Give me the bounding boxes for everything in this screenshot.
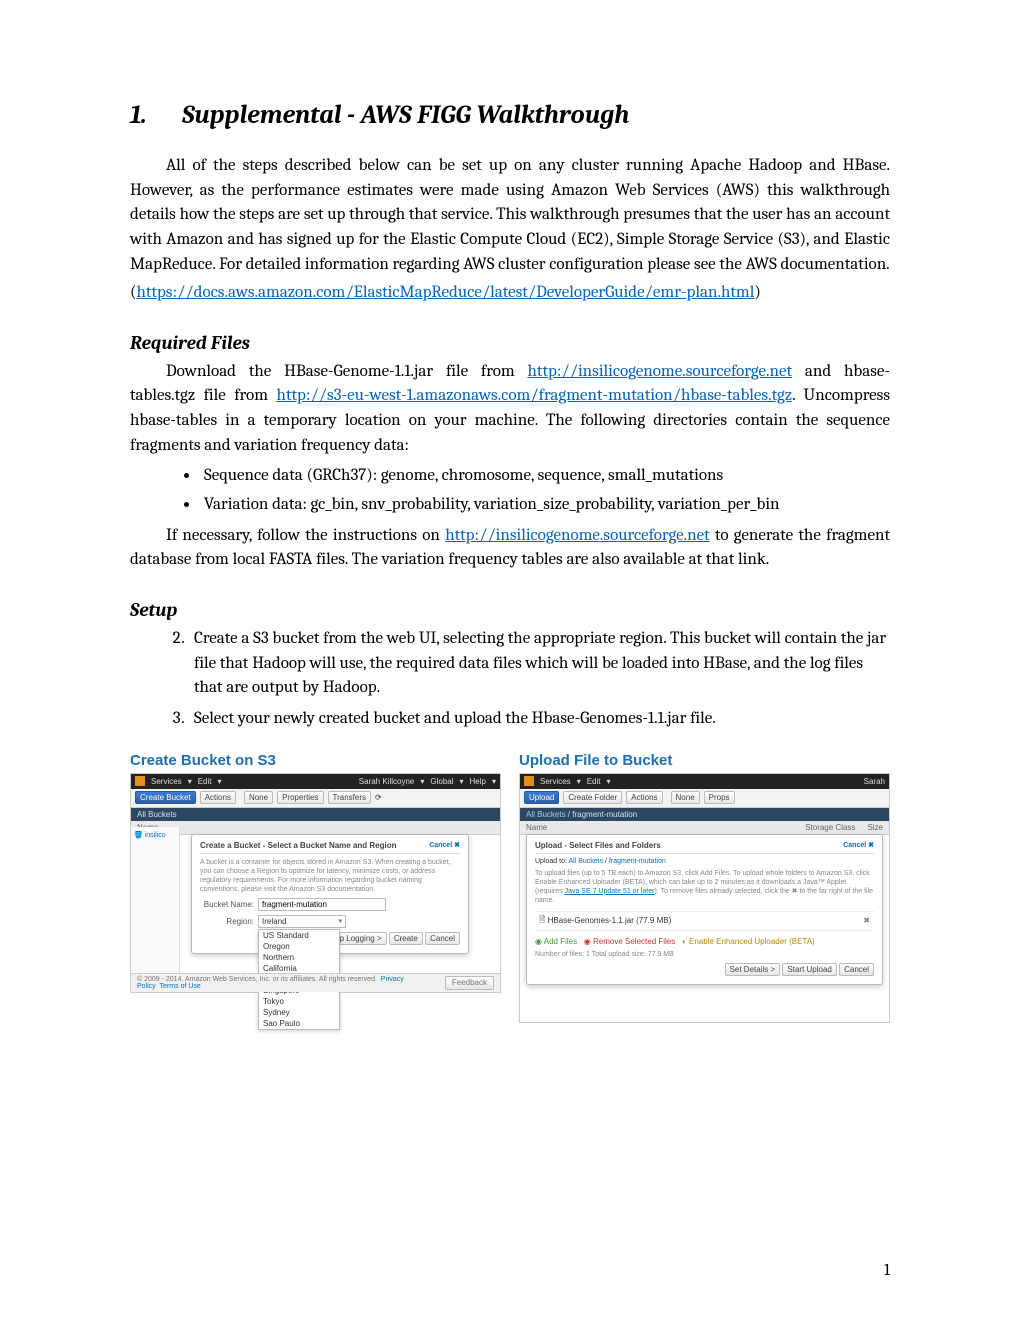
intro-paragraph: All of the steps described below can be … (130, 154, 890, 277)
intro-link-line: (https://docs.aws.amazon.com/ElasticMapR… (130, 281, 890, 306)
figure-a-title: Create Bucket on S3 (130, 752, 501, 769)
breadcrumb-all[interactable]: All Buckets (526, 810, 566, 819)
java-link[interactable]: Java SE 7 Update 51 or later (565, 888, 655, 895)
setup-steps: Create a S3 bucket from the web UI, sele… (188, 627, 890, 732)
region-option[interactable]: Northern (259, 952, 339, 963)
aws-logo-icon (524, 776, 534, 786)
actions-button[interactable]: Actions (200, 791, 236, 804)
insilico-link-1[interactable]: http://insilicogenome.sourceforge.net (528, 362, 793, 381)
file-name: HBase-Genomes-1.1.jar (77.9 MB) (548, 916, 672, 925)
required-files-heading: Required Files (130, 332, 890, 354)
heading-number: 1. (130, 100, 182, 130)
dialog-cancel-link[interactable]: Cancel ✖ (429, 841, 460, 850)
heading-1: 1.Supplemental - AWS FIGG Walkthrough (130, 100, 890, 130)
dialog-title: Upload - Select Files and Folders (535, 841, 661, 850)
aws-console-upload: Services▾ Edit▾ Sarah Upload Create Fold… (519, 773, 890, 1023)
help-menu[interactable]: Help (470, 777, 486, 786)
upload-button[interactable]: Upload (524, 791, 559, 804)
required-files-p1: Download the HBase-Genome-1.1.jar file f… (130, 360, 890, 459)
add-files-button[interactable]: ◉ Add Files (535, 937, 577, 946)
figure-b-title: Upload File to Bucket (519, 752, 890, 769)
setup-heading: Setup (130, 599, 890, 621)
file-list: 🗎 HBase-Genomes-1.1.jar (77.9 MB) ✖ (535, 911, 874, 931)
file-row: 🗎 HBase-Genomes-1.1.jar (77.9 MB) ✖ (535, 911, 874, 931)
step-2: Create a S3 bucket from the web UI, sele… (188, 627, 890, 701)
col-name: Name (520, 821, 799, 834)
terms-link[interactable]: Terms of Use (160, 983, 201, 990)
upload-crumb-all[interactable]: All Buckets (568, 858, 603, 865)
required-files-list: Sequence data (GRCh37): genome, chromoso… (200, 464, 890, 517)
aws-logo-icon (135, 776, 145, 786)
enable-uploader-button[interactable]: ◐ Enable Enhanced Uploader (BETA) (682, 937, 815, 946)
edit-menu[interactable]: Edit (198, 777, 212, 786)
upload-breadcrumb: Upload to: All Buckets / fragment-mutati… (535, 858, 874, 865)
breadcrumb: All Buckets (131, 808, 500, 821)
emr-docs-link[interactable]: https://docs.aws.amazon.com/ElasticMapRe… (137, 283, 755, 302)
step-3: Select your newly created bucket and upl… (188, 707, 890, 732)
properties-button[interactable]: Props (704, 791, 735, 804)
upload-crumb-bucket[interactable]: fragment-mutation (609, 858, 666, 865)
upload-actions: ◉ Add Files ◉ Remove Selected Files ◐ En… (535, 937, 874, 946)
file-icon: 🗎 (539, 914, 548, 928)
aws-console-create-bucket: Services▾ Edit▾ Sarah Killcoyne▾ Global▾… (130, 773, 501, 993)
region-option[interactable]: Sao Paulo (259, 1018, 339, 1029)
user-menu[interactable]: Sarah (864, 777, 885, 786)
insilico-link-2[interactable]: http://insilicogenome.sourceforge.net (445, 526, 710, 545)
s3-toolbar: Create Bucket Actions None Properties Tr… (131, 789, 500, 808)
refresh-icon[interactable]: ⟳ (375, 793, 382, 802)
region-menu[interactable]: Global (430, 777, 453, 786)
transfers-button[interactable]: Transfers (328, 791, 372, 804)
breadcrumb: All Buckets / fragment-mutation (520, 808, 889, 821)
region-option[interactable]: Oregon (259, 941, 339, 952)
heading-title: Supplemental - AWS FIGG Walkthrough (182, 100, 629, 130)
page-number: 1 (884, 1261, 890, 1280)
services-menu[interactable]: Services (540, 777, 571, 786)
cancel-button[interactable]: Cancel (839, 963, 874, 976)
user-menu[interactable]: Sarah Killcoyne (359, 777, 415, 786)
actions-button[interactable]: Actions (626, 791, 662, 804)
aws-topbar: Services▾ Edit▾ Sarah Killcoyne▾ Global▾… (131, 774, 500, 789)
remove-selected-button[interactable]: ◉ Remove Selected Files (584, 937, 675, 946)
create-button[interactable]: Create (389, 932, 423, 945)
create-bucket-button[interactable]: Create Bucket (135, 791, 196, 804)
none-button[interactable]: None (244, 791, 273, 804)
properties-button[interactable]: Properties (277, 791, 323, 804)
dialog-title: Create a Bucket - Select a Bucket Name a… (200, 841, 397, 850)
required-files-p2: If necessary, follow the instructions on… (130, 524, 890, 573)
feedback-button[interactable]: Feedback (445, 976, 494, 990)
remove-file-icon[interactable]: ✖ (863, 916, 870, 925)
bucket-name-input[interactable] (258, 898, 386, 911)
cancel-button[interactable]: Cancel (425, 932, 460, 945)
aws-topbar: Services▾ Edit▾ Sarah (520, 774, 889, 789)
list-item: Sequence data (GRCh37): genome, chromoso… (200, 464, 890, 489)
bucket-name-label: Bucket Name: (200, 900, 254, 909)
hbase-tables-link[interactable]: http://s3-eu-west-1.amazonaws.com/fragme… (277, 386, 793, 405)
bucket-item[interactable]: 🪣 insilico (134, 831, 176, 839)
none-button[interactable]: None (671, 791, 700, 804)
region-label: Region: (200, 917, 254, 926)
set-details-button[interactable]: Set Details > (725, 963, 781, 976)
region-option[interactable]: Tokyo (259, 996, 339, 1007)
upload-stats: Number of files: 1 Total upload size: 77… (535, 950, 874, 959)
col-size: Size (861, 821, 889, 834)
upload-description: To upload files (up to 5 TB each) to Ama… (535, 869, 874, 905)
start-upload-button[interactable]: Start Upload (782, 963, 836, 976)
s3-toolbar: Upload Create Folder Actions None Props (520, 789, 889, 808)
region-option[interactable]: Sydney (259, 1007, 339, 1018)
edit-menu[interactable]: Edit (587, 777, 601, 786)
region-option[interactable]: US Standard (259, 930, 339, 941)
region-select[interactable]: Ireland (258, 915, 346, 928)
create-folder-button[interactable]: Create Folder (563, 791, 622, 804)
console-footer: © 2009 - 2014, Amazon Web Services, Inc.… (131, 973, 500, 992)
dialog-description: A bucket is a container for objects stor… (200, 858, 460, 894)
upload-dialog: Upload - Select Files and Folders Cancel… (526, 834, 883, 985)
list-item: Variation data: gc_bin, snv_probability,… (200, 493, 890, 518)
breadcrumb-bucket: fragment-mutation (572, 810, 637, 819)
services-menu[interactable]: Services (151, 777, 182, 786)
bucket-list: 🪣 insilico (131, 827, 180, 978)
create-bucket-dialog: Create a Bucket - Select a Bucket Name a… (191, 834, 469, 954)
dialog-cancel-link[interactable]: Cancel ✖ (843, 841, 874, 850)
col-storage-class: Storage Class (799, 821, 861, 834)
